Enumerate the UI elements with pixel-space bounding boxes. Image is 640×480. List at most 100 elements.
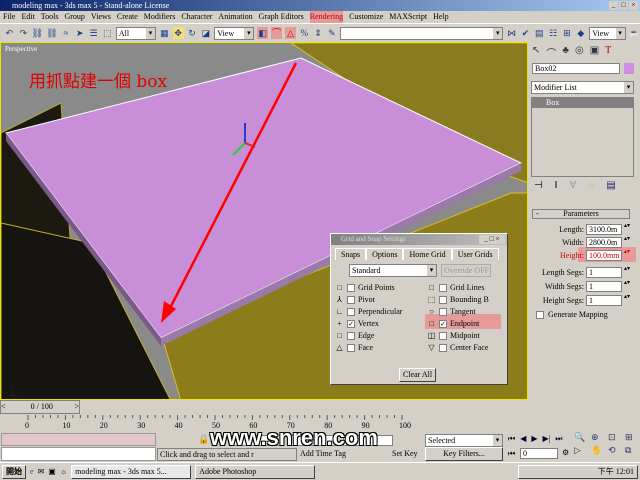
render-type-dropdown[interactable]: View: [589, 26, 626, 40]
task-3dsmax[interactable]: modeling max - 3ds max 5...: [71, 464, 192, 479]
snap-grid-lines[interactable]: □ Grid Lines: [427, 282, 484, 293]
height-field[interactable]: 100.0mm: [586, 250, 622, 261]
object-name-field[interactable]: Box02: [532, 63, 620, 74]
bind-space-warp-icon[interactable]: ≈: [61, 27, 72, 39]
ie-icon[interactable]: e: [30, 467, 34, 476]
outlook-icon[interactable]: ✉: [38, 467, 45, 476]
snap-toggle-icon[interactable]: ⌒: [271, 27, 283, 39]
arc-rotate-icon[interactable]: ⟲: [608, 445, 623, 456]
height-spinner[interactable]: ▴▾: [624, 249, 630, 261]
lock-icon[interactable]: 🔒: [198, 434, 209, 445]
snap-edge[interactable]: □ Edge: [335, 330, 374, 341]
configure-modifier-sets-icon[interactable]: ▤: [606, 180, 615, 191]
link-icon[interactable]: ⛓: [32, 27, 43, 39]
zoom-extents-icon[interactable]: ⊡: [608, 432, 623, 443]
menu-customize[interactable]: Customize: [349, 11, 383, 23]
time-slider[interactable]: <0 / 100 >: [0, 400, 80, 414]
snap-perpendicular[interactable]: ∟ Perpendicular: [335, 306, 403, 317]
window-crossing-icon[interactable]: ▦: [159, 27, 170, 39]
redo-icon[interactable]: ↷: [18, 27, 29, 39]
quicklaunch-icon[interactable]: ☼: [60, 467, 67, 476]
start-button[interactable]: 開始: [2, 464, 26, 479]
maximize-viewport-icon[interactable]: ⧉: [625, 445, 640, 456]
modifier-list-dropdown[interactable]: Modifier List: [531, 81, 634, 94]
current-frame-field[interactable]: 0: [520, 448, 558, 459]
snap-checkbox[interactable]: ✓: [439, 319, 447, 328]
goto-end-icon[interactable]: ⏭: [555, 434, 562, 444]
snap-checkbox[interactable]: ✓: [347, 319, 355, 328]
snap-checkbox[interactable]: [347, 307, 355, 316]
snap-vertex[interactable]: + ✓ Vertex: [335, 318, 379, 329]
pivot-center-icon[interactable]: ◧: [257, 27, 269, 39]
show-end-result-icon[interactable]: ‖: [555, 180, 558, 191]
snap-face[interactable]: △ Face: [335, 342, 373, 353]
spinner-snap-icon[interactable]: ⇕: [313, 27, 324, 39]
snap-grid-points[interactable]: □ Grid Points: [335, 282, 395, 293]
select-scale-icon[interactable]: ◪: [200, 27, 211, 39]
viewport-label[interactable]: Perspective: [5, 45, 37, 53]
tab-user-grids[interactable]: User Grids: [451, 248, 499, 260]
length-spinner[interactable]: ▴▾: [624, 223, 630, 235]
snap-checkbox[interactable]: [439, 307, 447, 316]
minimize-button[interactable]: _: [609, 1, 618, 10]
snap-checkbox[interactable]: [439, 295, 447, 304]
snap-checkbox[interactable]: [347, 283, 355, 292]
create-tab-icon[interactable]: ↖: [532, 45, 540, 60]
region-select-icon[interactable]: ⬚: [102, 27, 113, 39]
hierarchy-tab-icon[interactable]: ♣: [562, 45, 569, 60]
snap-checkbox[interactable]: [439, 343, 447, 352]
override-button[interactable]: Override OFF: [441, 264, 491, 277]
task-photoshop[interactable]: Adobe Photoshop: [195, 464, 316, 479]
mirror-icon[interactable]: ⋈: [506, 27, 517, 39]
menu-character[interactable]: Character: [181, 11, 212, 23]
material-editor-icon[interactable]: ◆: [575, 27, 586, 39]
percent-snap-icon[interactable]: %: [299, 27, 310, 39]
time-config-icon[interactable]: ⚙: [562, 448, 569, 457]
remove-modifier-icon[interactable]: ◌: [588, 180, 594, 191]
menu-maxscript[interactable]: MAXScript: [389, 11, 427, 23]
snap-checkbox[interactable]: [347, 295, 355, 304]
pan-icon[interactable]: ✋: [591, 445, 606, 456]
menu-rendering[interactable]: Rendering: [309, 11, 344, 23]
key-mode-dropdown[interactable]: Selected: [425, 434, 503, 447]
undo-icon[interactable]: ↶: [4, 27, 15, 39]
maxscript-listener-bottom[interactable]: [1, 447, 156, 461]
maximize-button[interactable]: □: [619, 1, 628, 10]
select-icon[interactable]: ➤: [74, 27, 85, 39]
key-filters-button[interactable]: Key Filters...: [425, 447, 503, 461]
align-icon[interactable]: ✔: [520, 27, 531, 39]
menu-group[interactable]: Group: [64, 11, 84, 23]
menu-create[interactable]: Create: [117, 11, 138, 23]
zoom-icon[interactable]: 🔍: [574, 432, 589, 443]
edit-named-selection-icon[interactable]: ✎: [327, 27, 338, 39]
tab-options[interactable]: Options: [366, 248, 404, 260]
reference-coord-dropdown[interactable]: View: [214, 26, 255, 40]
key-mode-toggle-icon[interactable]: ⏮: [508, 449, 515, 459]
named-selection-dropdown[interactable]: [340, 26, 504, 40]
dialog-close-button[interactable]: _ □ ×: [479, 235, 505, 244]
select-move-icon[interactable]: ✥: [172, 27, 184, 39]
tab-home-grid[interactable]: Home Grid: [403, 248, 452, 260]
snap-checkbox[interactable]: [439, 283, 447, 292]
snap-pivot[interactable]: ⅄ Pivot: [335, 294, 375, 305]
angle-snap-icon[interactable]: △: [285, 27, 296, 39]
close-button[interactable]: ×: [629, 1, 638, 10]
menu-views[interactable]: Views: [91, 11, 111, 23]
snap-center-face[interactable]: ▽ Center Face: [427, 342, 488, 353]
snap-bounding-b[interactable]: ⬚ Bounding B: [427, 294, 489, 305]
snap-midpoint[interactable]: ◫ Midpoint: [427, 330, 480, 341]
object-color-swatch[interactable]: [624, 63, 634, 74]
length-segs-spinner[interactable]: ▴▾: [624, 266, 630, 278]
display-tab-icon[interactable]: ▣: [590, 45, 599, 60]
stack-item-box[interactable]: Box: [532, 98, 633, 108]
motion-tab-icon[interactable]: ◎: [575, 45, 584, 60]
length-segs-field[interactable]: 1: [586, 267, 622, 278]
desktop-icon[interactable]: ▣: [48, 467, 56, 476]
tab-snaps[interactable]: Snaps: [335, 248, 367, 260]
select-rotate-icon[interactable]: ↻: [187, 27, 198, 39]
fov-icon[interactable]: ▷: [574, 445, 589, 456]
curve-editor-icon[interactable]: ☷: [548, 27, 559, 39]
goto-start-icon[interactable]: ⏮: [508, 434, 515, 444]
selection-filter-dropdown[interactable]: All: [115, 26, 156, 40]
height-segs-field[interactable]: 1: [586, 295, 622, 306]
